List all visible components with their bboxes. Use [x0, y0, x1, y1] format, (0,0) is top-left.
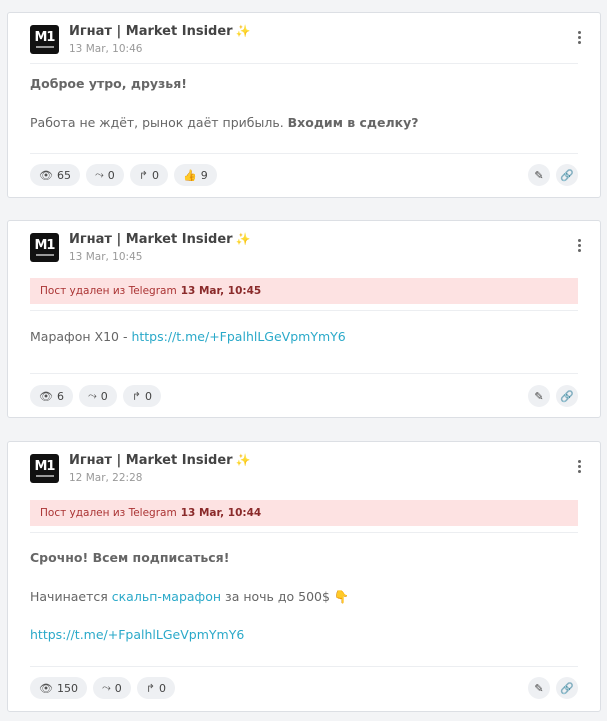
post-card-3: M1 Игнат | Market Insider ✨ 12 Mar, 22:28…: [7, 441, 601, 712]
pencil-icon: ✎: [534, 389, 544, 403]
copy-link-button[interactable]: 🔗: [556, 385, 578, 407]
post-time: 12 Mar, 22:28: [69, 472, 143, 484]
likes-count: 9: [200, 168, 208, 182]
divider: [30, 153, 578, 154]
post-text-line: Начинается скальп-марафон за ночь до 500…: [30, 589, 350, 604]
repost-icon: ↱: [145, 681, 155, 695]
post-time: 13 Mar, 10:46: [69, 43, 143, 55]
views-count: 150: [56, 681, 78, 695]
post-card-1: M1 Игнат | Market Insider ✨ 13 Mar, 10:46…: [7, 12, 601, 198]
copy-link-button[interactable]: 🔗: [556, 677, 578, 699]
author-name: Игнат | Market Insider ✨: [69, 453, 251, 468]
post-text-line: https://t.me/+FpalhlLGeVpmYmY6: [30, 627, 244, 642]
divider: [30, 63, 578, 64]
views-chip[interactable]: 👁 6: [30, 385, 73, 407]
sparkle-icon: ✨: [235, 232, 251, 246]
reposts-count: 0: [145, 389, 152, 403]
reposts-chip[interactable]: ↱ 0: [122, 385, 161, 407]
shares-count: 0: [100, 389, 108, 403]
avatar: M1: [30, 454, 59, 483]
post-link[interactable]: https://t.me/+FpalhlLGeVpmYmY6: [30, 627, 244, 642]
edit-button[interactable]: ✎: [528, 385, 550, 407]
reposts-chip[interactable]: ↱ 0: [129, 164, 168, 186]
avatar: M1: [30, 25, 59, 54]
share-icon: ⤳: [94, 168, 104, 181]
divider: [30, 666, 578, 667]
shares-count: 0: [107, 168, 115, 182]
views-count: 65: [56, 168, 71, 182]
shares-chip[interactable]: ⤳ 0: [92, 677, 131, 699]
link-icon: 🔗: [560, 681, 574, 695]
post-card-2: M1 Игнат | Market Insider ✨ 13 Mar, 10:45…: [7, 220, 601, 418]
reposts-count: 0: [152, 168, 159, 182]
post-time: 13 Mar, 10:45: [69, 251, 143, 263]
share-icon: ⤳: [101, 681, 111, 694]
link-icon: 🔗: [560, 168, 574, 182]
repost-icon: ↱: [131, 389, 141, 403]
likes-chip[interactable]: 👍 9: [174, 164, 217, 186]
repost-icon: ↱: [138, 168, 148, 182]
more-vertical-icon[interactable]: [578, 31, 582, 46]
sparkle-icon: ✨: [235, 453, 251, 467]
author-name: Игнат | Market Insider ✨: [69, 24, 251, 39]
eye-icon: 👁: [39, 389, 53, 403]
post-text-line: Марафон X10 - https://t.me/+FpalhlLGeVpm…: [30, 329, 346, 344]
thumbs-up-icon: 👍: [183, 168, 197, 182]
divider: [30, 532, 578, 533]
post-link[interactable]: скальп-марафон: [112, 589, 221, 604]
post-link[interactable]: https://t.me/+FpalhlLGeVpmYmY6: [131, 329, 345, 344]
post-text-line: Срочно! Всем подписаться!: [30, 550, 230, 565]
copy-link-button[interactable]: 🔗: [556, 164, 578, 186]
views-chip[interactable]: 👁 65: [30, 164, 80, 186]
more-vertical-icon[interactable]: [578, 460, 582, 475]
divider: [30, 373, 578, 374]
shares-chip[interactable]: ⤳ 0: [78, 385, 117, 407]
shares-chip[interactable]: ⤳ 0: [85, 164, 124, 186]
sparkle-icon: ✨: [235, 24, 251, 38]
shares-count: 0: [114, 681, 122, 695]
reposts-chip[interactable]: ↱ 0: [136, 677, 175, 699]
post-text-line: Работа не ждёт, рынок даёт прибыль. Вход…: [30, 115, 419, 130]
divider: [30, 310, 578, 311]
avatar: M1: [30, 233, 59, 262]
edit-button[interactable]: ✎: [528, 164, 550, 186]
reposts-count: 0: [159, 681, 166, 695]
post-text-line: Доброе утро, друзья!: [30, 76, 187, 91]
views-chip[interactable]: 👁 150: [30, 677, 87, 699]
author-name: Игнат | Market Insider ✨: [69, 232, 251, 247]
share-icon: ⤳: [87, 389, 97, 402]
link-icon: 🔗: [560, 389, 574, 403]
pencil-icon: ✎: [534, 168, 544, 182]
deleted-notice: Пост удален из Telegram 13 Mar, 10:45: [30, 278, 578, 304]
eye-icon: 👁: [39, 168, 53, 182]
views-count: 6: [56, 389, 64, 403]
eye-icon: 👁: [39, 681, 53, 695]
edit-button[interactable]: ✎: [528, 677, 550, 699]
deleted-notice: Пост удален из Telegram 13 Mar, 10:44: [30, 500, 578, 526]
pencil-icon: ✎: [534, 681, 544, 695]
more-vertical-icon[interactable]: [578, 239, 582, 254]
